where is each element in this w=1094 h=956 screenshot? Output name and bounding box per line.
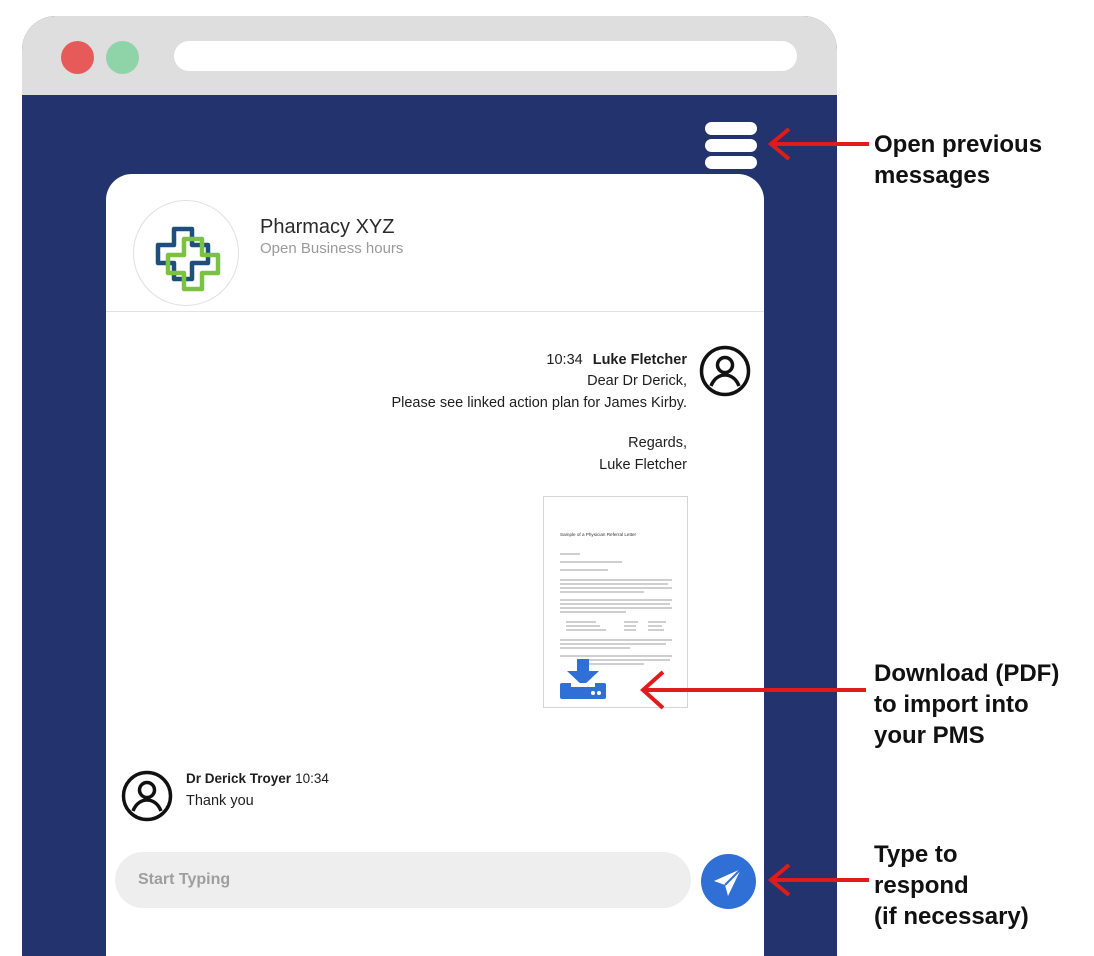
message-time: 10:34 [546,352,583,368]
outgoing-message: 10:34 Luke Fletcher Dear Dr Derick, Pleas… [267,350,687,476]
message-line: Dear Dr Derick, [587,373,687,389]
message-line: Please see linked action plan for James … [391,394,687,411]
annotation-respond: Type to respond (if necessary) [874,841,1029,930]
maximize-window-button[interactable] [106,41,139,74]
pharmacy-status: Open Business hours [260,240,404,257]
incoming-message: Dr Derick Troyer 10:34 Thank you [186,771,329,809]
close-window-button[interactable] [61,41,94,74]
user-circle-icon [699,345,751,397]
title-bar [22,16,837,95]
user-circle-icon [121,770,173,822]
pharmacy-name: Pharmacy XYZ [260,216,395,238]
browser-window: Pharmacy XYZ Open Business hours 10:34 Lu… [22,16,837,956]
message-signoff: Luke Fletcher [599,456,687,473]
previous-messages-menu-button[interactable] [705,122,757,169]
attachment-title: Sample of a Physician Referral Letter [560,532,637,537]
chat-header: Pharmacy XYZ Open Business hours [106,174,764,312]
chat-panel: Pharmacy XYZ Open Business hours 10:34 Lu… [106,174,764,956]
message-input[interactable] [115,852,691,908]
message-signoff: Regards, [628,435,687,451]
annotation-arrow [640,670,866,710]
send-button[interactable] [701,854,756,909]
paper-plane-icon [714,868,742,896]
message-sender: Luke Fletcher [592,352,687,368]
message-sender: Dr Derick Troyer [186,771,292,786]
message-text: Thank you [186,793,254,809]
stack-menu-icon [705,122,757,135]
pharmacy-logo [133,200,239,306]
annotation-download: Download (PDF) to import into your PMS [874,660,1060,749]
message-time: 10:34 [295,771,329,786]
pharmacy-cross-logo [155,226,221,292]
download-icon [560,659,606,699]
annotation-menu: Open previous messages [874,131,1043,189]
address-bar[interactable] [174,41,797,71]
annotation-arrow [767,127,869,161]
annotation-arrow [767,863,869,897]
